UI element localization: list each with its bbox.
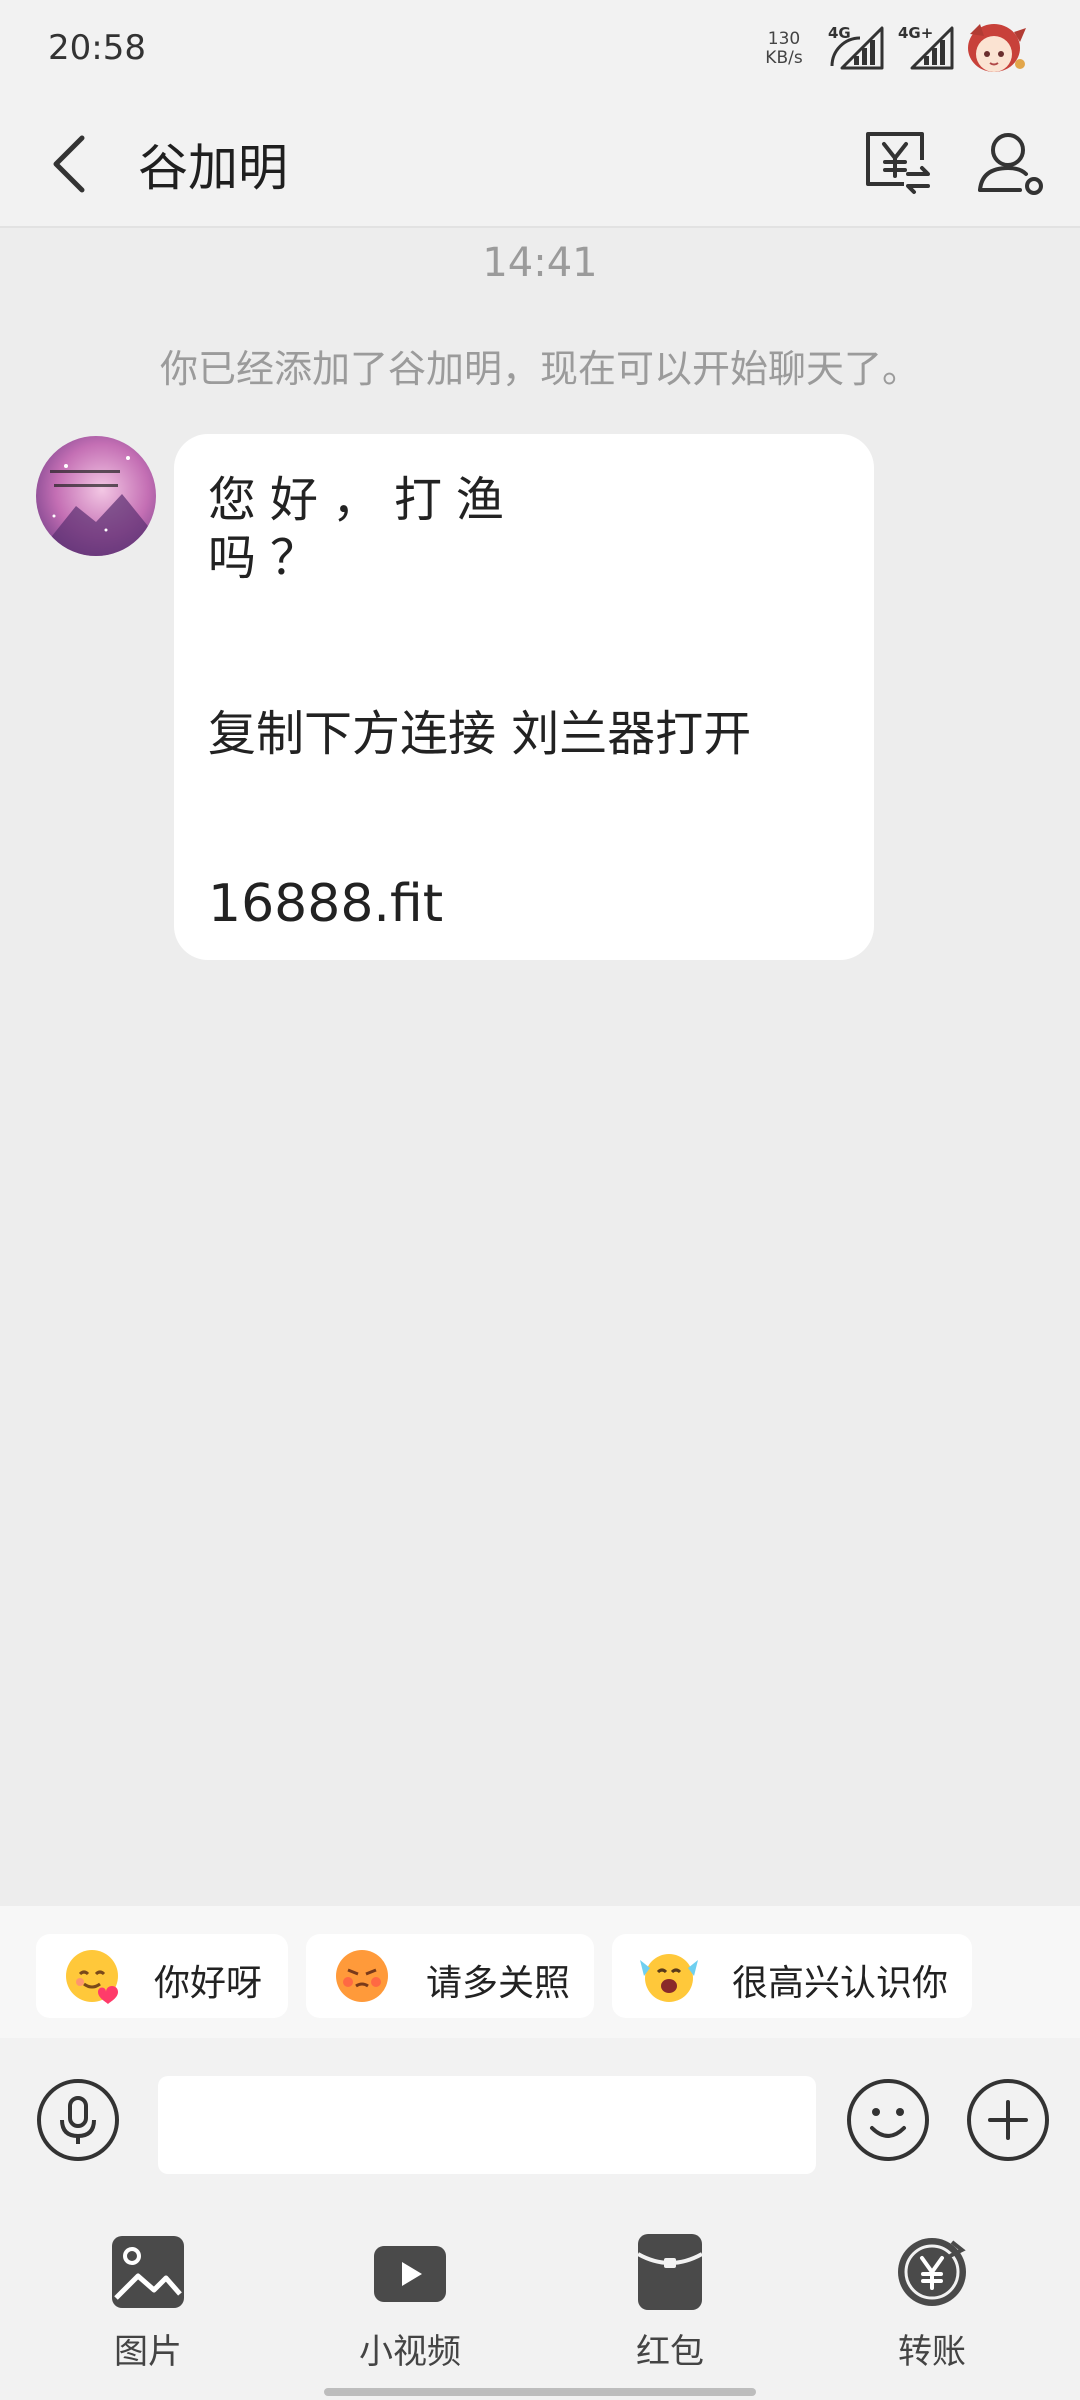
tool-label: 小视频 [359,2332,461,2372]
sender-avatar[interactable] [36,436,156,556]
tool-transfer-button[interactable]: 转账 [852,2232,1012,2382]
transfer-icon [898,2238,966,2306]
message-text-line: 复制下方连接 刘兰器打开 [208,706,752,762]
tool-panel: 图片 小视频 红包 转账 [0,2210,1080,2400]
message-link-text: 16888.fit [208,874,444,934]
quick-reply-label: 很高兴认识你 [732,1963,949,2004]
sender-avatar-image [36,436,156,556]
chat-header: 谷加明 [0,100,1080,228]
signal-2-label: 4G+ [898,24,933,42]
quick-reply-chip[interactable]: 很高兴认识你 [612,1934,972,2018]
status-time: 20:58 [48,28,146,68]
excited-face-emoji-icon [640,1954,698,2002]
profile-button[interactable] [972,120,1052,204]
status-bar: 20:58 130 KB/s 4G 4G+ [0,0,1080,100]
tool-image-button[interactable]: 图片 [68,2232,228,2382]
transfer-record-button[interactable] [856,120,936,204]
back-icon [53,135,85,193]
more-button[interactable] [966,2078,1050,2162]
smiley-icon [847,2079,929,2161]
message-input[interactable] [158,2076,816,2174]
transfer-record-icon [866,132,930,194]
input-bar [0,2038,1080,2210]
red-packet-icon [637,2234,703,2310]
quick-reply-chip[interactable]: 你好呀 [36,1934,288,2018]
page-title: 谷加明 [138,139,288,197]
anime-avatar-icon [960,18,1032,82]
quick-reply-bar: 你好呀 请多关照 很高兴认识你 [0,1906,1080,2038]
shy-face-emoji-icon [336,1950,388,2002]
tool-label: 红包 [636,2332,704,2372]
network-speed-unit: KB/s [765,48,803,68]
emoji-button[interactable] [846,2078,930,2162]
tool-label: 图片 [114,2332,182,2372]
home-indicator[interactable] [324,2388,756,2396]
microphone-icon [37,2079,119,2161]
quick-reply-label: 你好呀 [154,1963,263,2004]
plus-icon [967,2079,1049,2161]
tool-video-button[interactable]: 小视频 [330,2232,490,2382]
network-speed: 130 KB/s [758,30,810,68]
network-speed-value: 130 [767,29,801,49]
system-notice: 你已经添加了谷加明，现在可以开始聊天了。 [159,347,920,391]
quick-reply-chip[interactable]: 请多关照 [306,1934,594,2018]
message-text-line: 吗？ [208,530,333,586]
chat-timestamp: 14:41 [482,240,598,286]
message-bubble[interactable]: 您好，打渔 吗？ 复制下方连接 刘兰器打开 16888.fit [174,434,874,960]
video-icon [374,2246,446,2302]
tool-label: 转账 [898,2332,966,2372]
signal-4g-plus-icon: 4G+ [896,22,956,74]
signal-4g-icon: 4G [826,22,886,74]
tool-red-packet-button[interactable]: 红包 [590,2232,750,2382]
image-icon [112,2236,184,2308]
heart-face-emoji-icon [66,1950,118,2004]
back-button[interactable] [40,122,104,206]
quick-reply-label: 请多关照 [426,1963,571,2004]
profile-icon [978,133,1043,195]
voice-button[interactable] [36,2078,120,2162]
